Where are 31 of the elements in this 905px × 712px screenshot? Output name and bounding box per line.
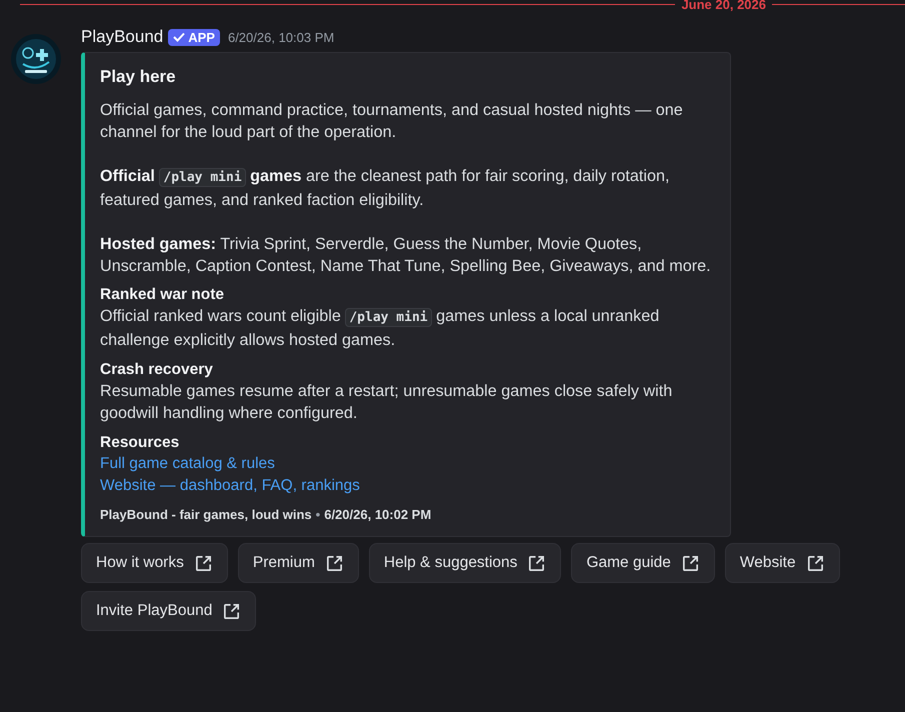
external-link-icon [324, 554, 344, 572]
external-link-icon [680, 554, 700, 572]
link-button[interactable]: Invite PlayBound [81, 591, 256, 631]
link-button[interactable]: Website [724, 543, 840, 583]
message-timestamp: 6/20/26, 10:03 PM [228, 30, 334, 44]
footer-separator: • [316, 507, 320, 522]
embed-title: Play here [100, 67, 177, 87]
footer-text: PlayBound - fair games, loud wins [100, 507, 312, 522]
app-badge: APP [168, 28, 220, 46]
field-title: Crash recovery [100, 360, 214, 380]
embed-paragraph: Hosted games: Trivia Sprint, Serverdle, Guess the Number, Movie Quotes, Unscramble, Caption Contest, Name That Tune, Spelling Bee, Giveaways, and more. [100, 234, 712, 277]
external-link-icon [527, 554, 546, 572]
author-name[interactable]: PlayBound [81, 27, 164, 47]
resource-link[interactable]: Full game catalog & rules [100, 453, 275, 475]
external-link-icon [222, 602, 242, 620]
footer-timestamp: 6/20/26, 10:02 PM [324, 507, 432, 522]
resource-link[interactable]: Website — dashboard, FAQ, rankings [100, 475, 360, 497]
external-link-icon [806, 554, 825, 572]
link-button[interactable]: How it works [81, 543, 228, 583]
link-button[interactable]: Game guide [571, 543, 715, 583]
external-link-icon [194, 554, 213, 572]
bot-avatar-icon[interactable] [11, 34, 61, 84]
embed-paragraph: Official /play mini games are the cleanest path for fair scoring, daily rotation, featured games, and ranked faction eligibility. [100, 166, 670, 211]
field-title: Resources [100, 433, 180, 453]
field-text: Official ranked wars count eligible /play mini games unless a local unranked challenge explicitly allows hosted games. [100, 306, 660, 351]
field-title: Ranked war note [100, 285, 226, 305]
embed-paragraph: Official games, command practice, tournaments, and casual hosted nights — one channel for the loud part of the operation. [100, 100, 684, 143]
field-text: Resumable games resume after a restart; unresumable games close safely with goodwill handling where configured. [100, 381, 674, 424]
link-button[interactable]: Help & suggestions [368, 543, 562, 583]
checkmark-icon [173, 32, 186, 42]
link-button[interactable]: Premium [238, 543, 359, 583]
